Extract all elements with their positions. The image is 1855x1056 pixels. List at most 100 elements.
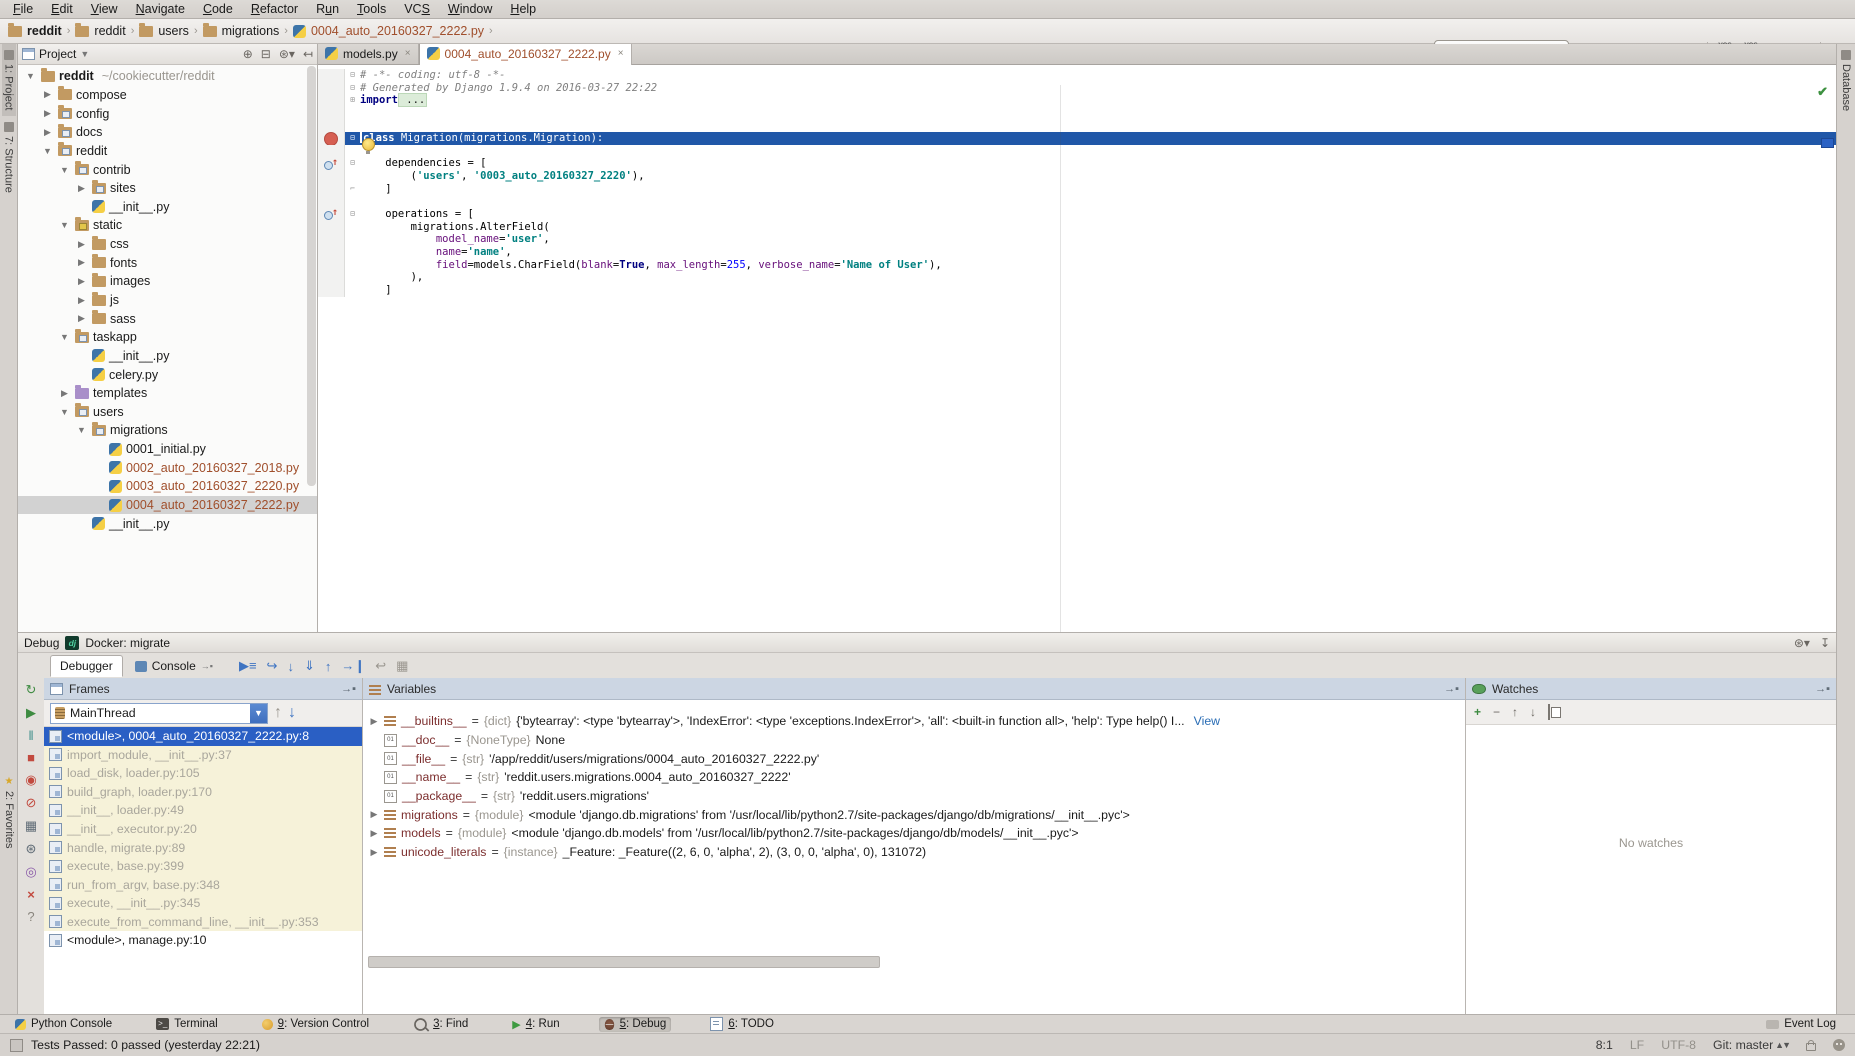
run-to-cursor-button[interactable]: →❙ bbox=[341, 658, 365, 674]
chevron-collapsed-icon[interactable]: ▶ bbox=[369, 847, 379, 858]
project-panel-title[interactable]: Project bbox=[39, 47, 76, 61]
event-log-button[interactable]: Event Log bbox=[1761, 1017, 1841, 1031]
chevron-expanded-icon[interactable]: ▼ bbox=[58, 220, 71, 230]
fold-collapse-icon[interactable]: ⊟ bbox=[345, 69, 360, 82]
code-text[interactable] bbox=[360, 145, 1836, 158]
chevron-collapsed-icon[interactable]: ▶ bbox=[75, 239, 88, 250]
code-line[interactable] bbox=[318, 107, 1836, 120]
code-text[interactable]: field=models.CharField(blank=True, max_l… bbox=[360, 259, 1836, 272]
stack-frame-row[interactable]: execute_from_command_line, __init__.py:3… bbox=[44, 912, 362, 931]
menu-help[interactable]: Help bbox=[501, 2, 545, 16]
toolwindow-button-5-debug[interactable]: 5: Debug bbox=[599, 1017, 672, 1032]
stop-button[interactable]: ■ bbox=[27, 750, 35, 765]
tree-item[interactable]: ▼users bbox=[18, 403, 317, 422]
code-line[interactable]: ), bbox=[318, 271, 1836, 284]
tree-item[interactable]: ▶sites bbox=[18, 179, 317, 198]
locate-file-button[interactable]: ⊕ bbox=[243, 47, 253, 61]
menu-vcs[interactable]: VCS bbox=[395, 2, 439, 16]
stack-frame-row[interactable]: execute, __init__.py:345 bbox=[44, 894, 362, 913]
editor-tab[interactable]: models.py× bbox=[318, 44, 419, 64]
breadcrumb-item[interactable]: reddit bbox=[8, 24, 62, 38]
close-tab-icon[interactable]: × bbox=[405, 48, 411, 59]
stack-frame-row[interactable]: import_module, __init__.py:37 bbox=[44, 746, 362, 765]
code-line[interactable]: field=models.CharField(blank=True, max_l… bbox=[318, 259, 1836, 272]
step-into-button[interactable]: ↓ bbox=[287, 659, 294, 674]
chevron-collapsed-icon[interactable]: ▶ bbox=[75, 313, 88, 324]
chevron-collapsed-icon[interactable]: ▶ bbox=[369, 716, 379, 727]
restore-layout-button[interactable]: ▦ bbox=[25, 818, 37, 834]
remove-watch-button[interactable]: − bbox=[1493, 705, 1500, 719]
code-text[interactable]: name='name', bbox=[360, 246, 1836, 259]
tree-item[interactable]: ▼reddit~/cookiecutter/reddit bbox=[18, 67, 317, 86]
pin-button[interactable]: ◎ bbox=[25, 864, 36, 880]
tree-item[interactable]: ▶compose bbox=[18, 86, 317, 105]
tree-item[interactable]: ▶templates bbox=[18, 384, 317, 403]
tree-item[interactable]: ▼static bbox=[18, 216, 317, 235]
variable-row[interactable]: 01__file__ = {str} '/app/reddit/users/mi… bbox=[363, 749, 1465, 768]
panel-settings-button[interactable]: ⊛▾ bbox=[279, 47, 295, 61]
stack-frame-row[interactable]: <module>, 0004_auto_20160327_2222.py:8 bbox=[44, 727, 362, 746]
code-text[interactable]: dependencies = [ bbox=[360, 157, 1836, 170]
inspection-ok-icon[interactable]: ✔ bbox=[1817, 84, 1828, 100]
evaluate-expression-button[interactable]: ▦ bbox=[396, 658, 408, 674]
tree-item[interactable]: ▼reddit bbox=[18, 142, 317, 161]
stack-frame-row[interactable]: load_disk, loader.py:105 bbox=[44, 764, 362, 783]
chevron-collapsed-icon[interactable]: ▶ bbox=[41, 127, 54, 138]
variable-row[interactable]: ▶models = {module} <module 'django.db.mo… bbox=[363, 824, 1465, 843]
menu-window[interactable]: Window bbox=[439, 2, 501, 16]
editor-gutter[interactable] bbox=[318, 145, 345, 158]
chevron-collapsed-icon[interactable]: ▶ bbox=[41, 108, 54, 119]
editor-gutter[interactable] bbox=[318, 271, 345, 284]
code-line[interactable] bbox=[318, 120, 1836, 133]
variable-row[interactable]: 01__package__ = {str} 'reddit.users.migr… bbox=[363, 787, 1465, 806]
hide-panel-button[interactable]: ↤ bbox=[303, 47, 313, 61]
tree-item[interactable]: ▶fonts bbox=[18, 253, 317, 272]
tree-item[interactable]: ▶docs bbox=[18, 123, 317, 142]
editor-gutter[interactable] bbox=[318, 221, 345, 234]
code-line[interactable]: ('users', '0003_auto_20160327_2220'), bbox=[318, 170, 1836, 183]
fold-collapse-icon[interactable]: ⌐ bbox=[345, 183, 360, 196]
code-line[interactable] bbox=[318, 195, 1836, 208]
editor-gutter[interactable] bbox=[318, 82, 345, 95]
view-value-link[interactable]: View bbox=[1194, 714, 1220, 728]
variable-row[interactable]: ▶unicode_literals = {instance} _Feature:… bbox=[363, 843, 1465, 862]
tree-item[interactable]: ▶css bbox=[18, 235, 317, 254]
code-line[interactable]: model_name='user', bbox=[318, 233, 1836, 246]
fold-expand-icon[interactable]: ⊞ bbox=[345, 94, 360, 107]
chevron-collapsed-icon[interactable]: ▶ bbox=[75, 295, 88, 306]
move-watch-down-button[interactable]: ↓ bbox=[1530, 705, 1536, 719]
chevron-collapsed-icon[interactable]: ▶ bbox=[41, 89, 54, 100]
readonly-lock-icon[interactable] bbox=[1806, 1043, 1816, 1051]
code-text[interactable]: migrations.AlterField( bbox=[360, 221, 1836, 234]
editor-gutter[interactable] bbox=[318, 284, 345, 297]
tree-item[interactable]: ▼migrations bbox=[18, 421, 317, 440]
code-text[interactable] bbox=[360, 107, 1836, 120]
folded-imports[interactable]: ... bbox=[398, 93, 427, 107]
code-line[interactable]: ⊟class Migration(migrations.Migration): bbox=[318, 132, 1836, 145]
editor-tab[interactable]: 0004_auto_20160327_2222.py× bbox=[419, 44, 632, 65]
force-step-into-button[interactable]: ⇓ bbox=[304, 658, 315, 674]
toolwindow-button-3-find[interactable]: 3: Find bbox=[408, 1016, 473, 1033]
tree-item[interactable]: __init__.py bbox=[18, 514, 317, 533]
editor-gutter[interactable] bbox=[318, 170, 345, 183]
variable-row[interactable]: ▶__builtins__ = {dict} {'bytearray': <ty… bbox=[363, 712, 1465, 731]
move-watch-up-button[interactable]: ↑ bbox=[1512, 705, 1518, 719]
rerun-button[interactable]: ↻ bbox=[26, 682, 37, 698]
code-line[interactable]: ⊟ dependencies = [ bbox=[318, 157, 1836, 170]
tab-debugger[interactable]: Debugger bbox=[50, 655, 123, 677]
code-text[interactable]: # -*- coding: utf-8 -*- bbox=[360, 69, 1836, 82]
editor-gutter[interactable] bbox=[318, 259, 345, 272]
stack-frame-row[interactable]: execute, base.py:399 bbox=[44, 857, 362, 876]
panel-options-icon[interactable]: →▪ bbox=[1444, 683, 1459, 695]
show-execution-point-button[interactable]: ▶≡ bbox=[239, 658, 257, 674]
pause-button[interactable]: ‖ bbox=[28, 728, 33, 743]
code-text[interactable]: ] bbox=[360, 284, 1836, 297]
code-text[interactable]: ), bbox=[360, 271, 1836, 284]
menu-run[interactable]: Run bbox=[307, 2, 348, 16]
code-text[interactable]: ] bbox=[360, 183, 1836, 196]
menu-view[interactable]: View bbox=[82, 2, 127, 16]
toolwindow-button-6-todo[interactable]: 6: TODO bbox=[705, 1016, 779, 1032]
tree-item[interactable]: ▶sass bbox=[18, 309, 317, 328]
code-line[interactable] bbox=[318, 145, 1836, 158]
drop-frame-button[interactable]: ↩ bbox=[375, 658, 386, 674]
